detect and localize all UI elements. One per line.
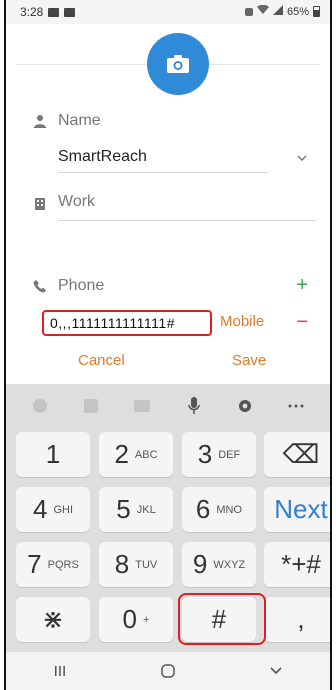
key-main-label: 9 xyxy=(192,549,208,579)
add-phone-button[interactable]: + xyxy=(296,275,308,295)
status-time: 3:28 xyxy=(20,5,44,19)
pause-key[interactable]: ⋇ xyxy=(16,597,90,642)
battery-percent: 65% xyxy=(286,5,309,18)
key-main-label: ⋇ xyxy=(42,604,64,634)
keyboard-toolbar xyxy=(6,384,330,428)
status-right: 65% xyxy=(244,4,320,18)
navigation-bar xyxy=(6,652,330,690)
key-5[interactable]: 5 JKL xyxy=(99,487,173,532)
save-button[interactable]: Save xyxy=(232,352,266,369)
key-main-label: 7 xyxy=(27,549,42,579)
battery-icon xyxy=(313,6,320,17)
sticker-icon[interactable] xyxy=(81,396,101,416)
key-1[interactable]: 1 xyxy=(16,432,90,477)
key-main-label: 2 xyxy=(114,439,129,469)
person-icon xyxy=(34,115,46,128)
key-sub-label: WXYZ xyxy=(213,558,246,571)
phone-number-input[interactable]: 0,,,1111111111111# xyxy=(42,310,212,336)
notification-icon xyxy=(64,7,76,17)
key-main-label: , xyxy=(297,604,305,634)
key-main-label: 8 xyxy=(114,549,130,579)
key-main-label: *+# xyxy=(281,549,321,579)
alarm-icon xyxy=(244,7,253,16)
comma-key[interactable]: , xyxy=(264,597,330,642)
key-main-label: ⌫ xyxy=(282,439,320,469)
microphone-icon[interactable] xyxy=(184,396,204,416)
signal-icon xyxy=(272,5,283,18)
key-main-label: 1 xyxy=(45,439,61,469)
key-sub-label: JKL xyxy=(136,503,156,516)
key-9[interactable]: 9 WXYZ xyxy=(182,542,256,587)
remove-phone-button[interactable]: − xyxy=(296,312,308,332)
key-sub-label: MNO xyxy=(216,503,243,516)
status-bar: 3:28 65% xyxy=(6,0,330,24)
numeric-keyboard: 1 2 ABC 3 DEF ⌫ 4 GHI 5 JKL 6 MNO Next 7 PQRS 8 TUV 9 WXYZ… xyxy=(6,384,330,652)
work-label[interactable]: Work xyxy=(58,193,95,211)
backspace-key[interactable]: ⌫ xyxy=(264,432,330,477)
add-photo-button[interactable] xyxy=(147,33,209,95)
recents-icon[interactable] xyxy=(48,661,72,681)
gif-icon[interactable] xyxy=(132,396,152,416)
key-main-label: 5 xyxy=(116,494,131,524)
key-7[interactable]: 7 PQRS xyxy=(16,542,90,587)
key-6[interactable]: 6 MNO xyxy=(182,487,256,532)
phone-screen: 3:28 65% Name SmartReach Work Phone + 0,… xyxy=(4,0,332,690)
name-value[interactable]: SmartReach xyxy=(58,148,147,166)
phone-label: Phone xyxy=(58,277,105,294)
key-main-label: Next xyxy=(274,494,328,524)
symbols-key[interactable]: *+# xyxy=(264,542,330,587)
key-4[interactable]: 4 GHI xyxy=(16,487,90,532)
hash-key-highlight xyxy=(178,593,266,645)
key-sub-label: TUV xyxy=(135,558,158,571)
building-icon xyxy=(35,198,45,210)
back-icon[interactable] xyxy=(264,661,288,681)
phone-icon xyxy=(33,280,46,293)
next-key[interactable]: Next xyxy=(264,487,330,532)
key-main-label: 0 xyxy=(122,604,138,634)
name-underline xyxy=(58,172,268,173)
key-sub-label: ABC xyxy=(134,448,158,461)
key-sub-label: PQRS xyxy=(47,558,79,571)
key-0[interactable]: 0 + xyxy=(99,597,173,642)
key-main-label: 6 xyxy=(195,494,211,524)
chevron-down-icon[interactable] xyxy=(296,152,308,164)
name-label: Name xyxy=(58,112,101,129)
key-sub-label: GHI xyxy=(53,503,74,516)
key-3[interactable]: 3 DEF xyxy=(182,432,256,477)
camera-icon xyxy=(167,55,189,73)
message-icon xyxy=(48,7,60,17)
key-sub-label: + xyxy=(143,613,150,626)
phone-type-selector[interactable]: Mobile xyxy=(220,313,264,330)
gear-icon[interactable] xyxy=(235,396,255,416)
work-underline xyxy=(58,220,316,221)
key-8[interactable]: 8 TUV xyxy=(99,542,173,587)
wifi-icon xyxy=(256,4,269,18)
key-sub-label: DEF xyxy=(218,448,241,461)
key-main-label: 4 xyxy=(32,494,48,524)
key-2[interactable]: 2 ABC xyxy=(99,432,173,477)
cancel-button[interactable]: Cancel xyxy=(78,352,125,369)
status-left: 3:28 xyxy=(20,5,76,19)
key-main-label: 3 xyxy=(197,439,213,469)
home-icon[interactable] xyxy=(156,661,180,681)
emoji-icon[interactable] xyxy=(30,396,50,416)
more-icon[interactable] xyxy=(286,396,306,416)
